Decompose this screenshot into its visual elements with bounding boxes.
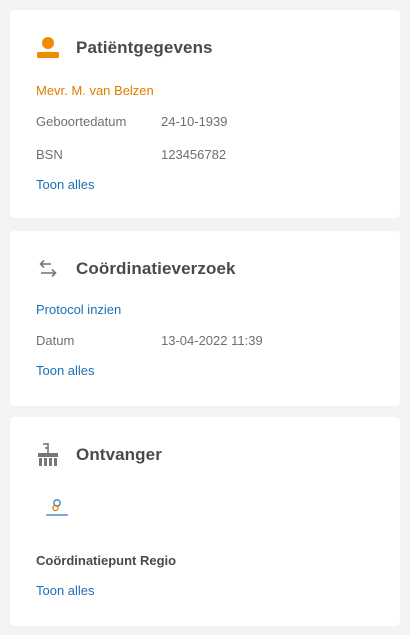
date-row: Datum 13-04-2022 11:39 [36,333,263,349]
receiver-card: Ontvanger Coördinatiepunt Regio Toon all… [10,417,400,626]
bsn-row: BSN 123456782 [36,147,226,163]
patient-show-all-row: Toon alles [36,177,95,193]
patient-name-link[interactable]: Mevr. M. van Belzen [36,83,154,98]
date-label: Datum [36,333,75,348]
patient-show-all-link[interactable]: Toon alles [36,177,95,192]
bsn-label: BSN [36,147,63,162]
patient-card-title: Patiëntgegevens [76,38,213,57]
coordination-card-header: Coördinatieverzoek [32,253,236,285]
receiver-card-header: Ontvanger [32,439,162,471]
organization-icon [32,439,64,471]
swap-arrows-icon [32,253,64,285]
receiver-show-all-link[interactable]: Toon alles [36,583,95,598]
person-icon [32,32,64,64]
coordination-card-title: Coördinatieverzoek [76,259,236,278]
birthdate-row: Geboortedatum 24-10-1939 [36,114,228,130]
date-value: 13-04-2022 11:39 [161,333,263,348]
patient-card: Patiëntgegevens Mevr. M. van Belzen Gebo… [10,10,400,218]
birthdate-value: 24-10-1939 [161,114,228,129]
patient-card-header: Patiëntgegevens [32,32,213,64]
coordination-show-all-link[interactable]: Toon alles [36,363,95,378]
bsn-value: 123456782 [161,147,227,162]
patient-name-row: Mevr. M. van Belzen [36,83,154,99]
birthdate-label: Geboortedatum [36,114,127,129]
organization-logo-icon [34,497,80,521]
receiver-card-title: Ontvanger [76,445,162,464]
protocol-row: Protocol inzien [36,302,121,318]
org-name: Coördinatiepunt Regio [36,553,177,568]
receiver-show-all-row: Toon alles [36,583,95,599]
coordination-show-all-row: Toon alles [36,363,95,379]
coordination-card: Coördinatieverzoek Protocol inzien Datum… [10,231,400,406]
protocol-link[interactable]: Protocol inzien [36,302,121,317]
org-name-row: Coördinatiepunt Regio [36,553,176,569]
